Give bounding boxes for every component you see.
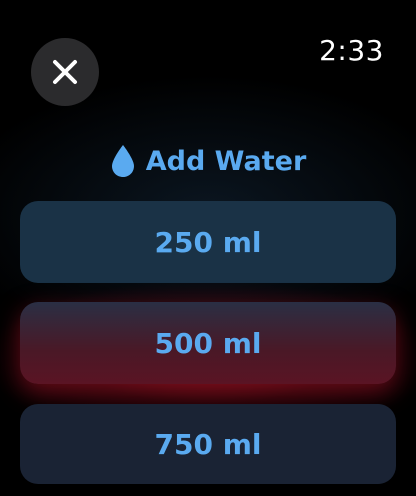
close-button[interactable] [31,38,99,106]
option-250-ml-button[interactable]: 250 ml [20,201,396,283]
add-water-screen: 2:33 Add Water 250 ml 500 ml 750 ml [0,0,416,496]
option-750-ml-button[interactable]: 750 ml [20,404,396,484]
page-header: Add Water [0,143,416,179]
page-title: Add Water [145,145,307,177]
close-icon [53,60,77,84]
option-500-ml-button[interactable]: 500 ml [20,302,396,384]
water-drop-icon [111,145,134,177]
status-time: 2:33 [319,34,384,67]
